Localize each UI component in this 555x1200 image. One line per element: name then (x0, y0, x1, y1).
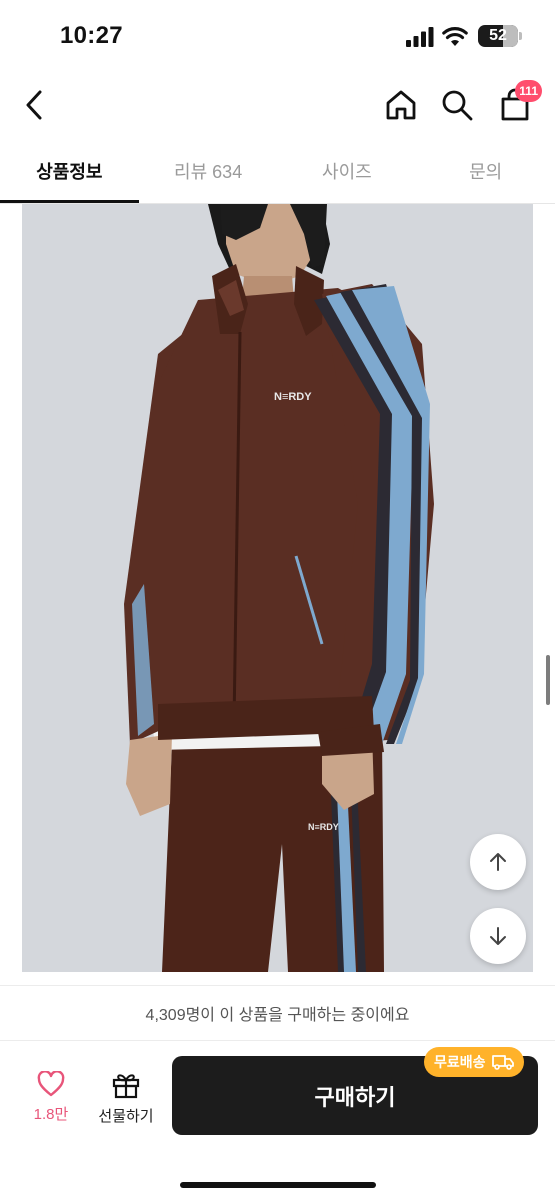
back-button[interactable] (12, 82, 58, 128)
jacket-logo: N≡RDY (274, 391, 312, 403)
free-shipping-label: 무료배송 (434, 1054, 486, 1070)
signal-icon (406, 27, 434, 47)
pants-logo: N≡RDY (308, 822, 339, 832)
scroll-indicator[interactable] (546, 655, 550, 705)
truck-icon (491, 1055, 514, 1070)
back-arrow-icon (26, 90, 42, 120)
home-indicator (180, 1182, 376, 1188)
purchase-counter: 4,309명이 이 상품을 구매하는 중이에요 (0, 985, 555, 1039)
gift-label: 선물하기 (98, 1108, 154, 1125)
status-bar: 10:27 52 (0, 0, 555, 70)
product-photo-illustration: N≡RDY N≡RDY (22, 204, 533, 972)
cart-count-badge: 111 (515, 80, 542, 102)
battery-icon: 52 (478, 25, 522, 47)
scroll-up-button[interactable] (470, 834, 526, 890)
like-count: 1.8만 (33, 1106, 69, 1123)
arrow-up-icon (490, 853, 506, 871)
product-image[interactable]: N≡RDY N≡RDY (22, 204, 533, 972)
tab-product-info[interactable]: 상품정보 (0, 140, 139, 203)
tab-reviews[interactable]: 리뷰 634 (139, 140, 278, 202)
bottom-action-bar: 1.8만 선물하기 구매하기 무료배송 (0, 1040, 555, 1200)
home-icon (386, 90, 416, 120)
tab-size[interactable]: 사이즈 (278, 140, 417, 202)
home-button[interactable] (378, 82, 424, 128)
top-navigation: 111 (0, 70, 555, 140)
scroll-down-button[interactable] (470, 908, 526, 964)
status-time: 10:27 (60, 22, 123, 49)
search-icon (442, 90, 473, 121)
product-tabs: 상품정보 리뷰 634 사이즈 문의 (0, 140, 555, 204)
gift-icon (112, 1074, 140, 1099)
wifi-icon (442, 27, 468, 46)
like-button[interactable]: 1.8만 (22, 1071, 80, 1131)
arrow-down-icon (490, 927, 506, 945)
free-shipping-badge: 무료배송 (424, 1047, 524, 1077)
search-button[interactable] (434, 82, 480, 128)
tab-inquiry[interactable]: 문의 (416, 140, 555, 202)
gift-button[interactable]: 선물하기 (90, 1071, 162, 1131)
heart-icon (37, 1071, 65, 1097)
battery-level: 52 (489, 27, 507, 44)
cart-button[interactable]: 111 (492, 80, 542, 128)
